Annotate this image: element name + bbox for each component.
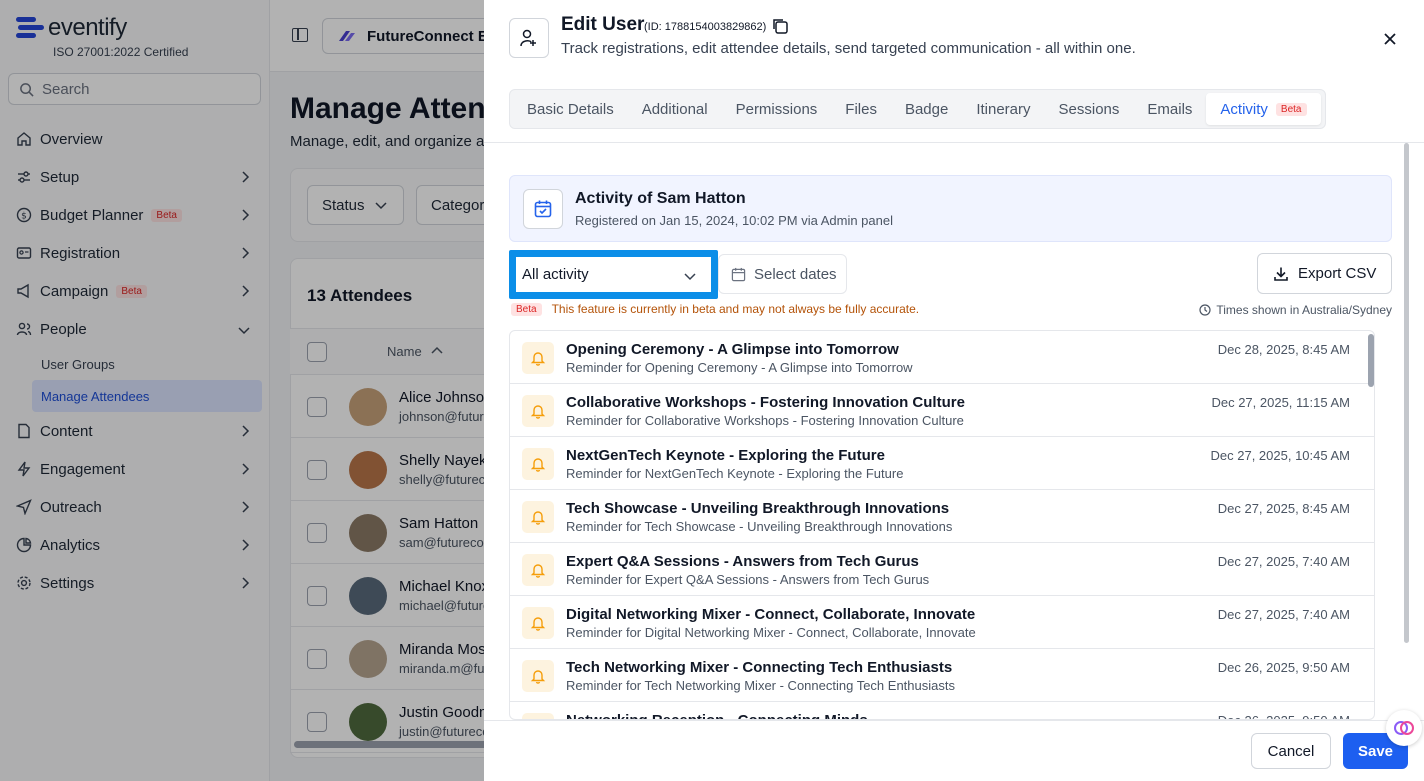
- activity-description: Reminder for Collaborative Workshops - F…: [566, 413, 964, 428]
- select-dates-button[interactable]: Select dates: [718, 254, 847, 294]
- header-divider: [484, 142, 1424, 143]
- activity-timestamp: Dec 26, 2025, 9:50 AM: [1218, 713, 1350, 719]
- beta-badge: Beta: [511, 302, 542, 316]
- activity-timestamp: Dec 28, 2025, 8:45 AM: [1217, 342, 1350, 357]
- activity-item[interactable]: Tech Networking Mixer - Connecting Tech …: [510, 649, 1374, 702]
- tab-activity[interactable]: Activity Beta: [1206, 93, 1321, 125]
- activity-description: Reminder for Digital Networking Mixer - …: [566, 625, 976, 640]
- activity-list: Opening Ceremony - A Glimpse into Tomorr…: [509, 330, 1375, 720]
- activity-timestamp: Dec 26, 2025, 9:50 AM: [1217, 660, 1350, 675]
- copy-icon[interactable]: [771, 17, 789, 40]
- tab-basic-details[interactable]: Basic Details: [513, 93, 628, 125]
- user-id: (ID: 1788154003829862): [644, 21, 767, 33]
- beta-notice-text: This feature is currently in beta and ma…: [551, 302, 920, 316]
- user-edit-icon: [509, 18, 549, 58]
- activity-title: Networking Reception - Connecting Minds: [566, 712, 868, 719]
- activity-title: Activity of Sam Hatton: [575, 190, 746, 207]
- activity-registered-info: Registered on Jan 15, 2024, 10:02 PM via…: [575, 213, 893, 228]
- tab-badge[interactable]: Badge: [891, 93, 962, 125]
- activity-item[interactable]: Opening Ceremony - A Glimpse into Tomorr…: [510, 331, 1374, 384]
- activity-description: Reminder for Opening Ceremony - A Glimps…: [566, 360, 913, 375]
- close-icon[interactable]: [1383, 30, 1397, 51]
- activity-summary-card: Activity of Sam Hatton Registered on Jan…: [509, 175, 1392, 242]
- activity-description: Reminder for NextGenTech Keynote - Explo…: [566, 466, 904, 481]
- bell-icon: [522, 607, 554, 639]
- tab-additional[interactable]: Additional: [628, 93, 722, 125]
- clock-icon: [1199, 304, 1211, 316]
- bell-icon: [522, 554, 554, 586]
- beta-badge: Beta: [1275, 102, 1307, 116]
- chevron-down-icon: [684, 268, 696, 285]
- drawer-tabs: Basic Details Additional Permissions Fil…: [509, 89, 1326, 129]
- bell-icon: [522, 448, 554, 480]
- beta-notice: Beta This feature is currently in beta a…: [511, 302, 919, 316]
- drawer-scrollbar[interactable]: [1404, 143, 1409, 643]
- activity-description: Reminder for Expert Q&A Sessions - Answe…: [566, 572, 930, 587]
- export-csv-label: Export CSV: [1298, 265, 1377, 282]
- export-csv-button[interactable]: Export CSV: [1257, 253, 1392, 294]
- activity-timestamp: Dec 27, 2025, 7:40 AM: [1217, 607, 1350, 622]
- activity-title: Tech Showcase - Unveiling Breakthrough I…: [566, 500, 950, 517]
- timezone-note: Times shown in Australia/Sydney: [1199, 303, 1392, 317]
- ai-assistant-icon[interactable]: [1386, 710, 1422, 746]
- select-dates-label: Select dates: [754, 265, 837, 283]
- activity-timestamp: Dec 27, 2025, 8:45 AM: [1217, 501, 1350, 516]
- activity-item[interactable]: NextGenTech Keynote - Exploring the Futu…: [510, 437, 1374, 490]
- tab-itinerary[interactable]: Itinerary: [962, 93, 1044, 125]
- activity-item[interactable]: Networking Reception - Connecting MindsR…: [510, 702, 1374, 719]
- tab-files[interactable]: Files: [831, 93, 891, 125]
- activity-timestamp: Dec 27, 2025, 10:45 AM: [1210, 448, 1350, 463]
- activity-item[interactable]: Tech Showcase - Unveiling Breakthrough I…: [510, 490, 1374, 543]
- drawer-title: Edit User: [561, 14, 645, 35]
- calendar-icon: [731, 267, 746, 281]
- activity-title: Tech Networking Mixer - Connecting Tech …: [566, 659, 953, 676]
- tab-emails[interactable]: Emails: [1133, 93, 1206, 125]
- tab-permissions[interactable]: Permissions: [722, 93, 832, 125]
- calendar-check-icon: [523, 189, 563, 229]
- drawer-subtitle: Track registrations, edit attendee detai…: [561, 40, 1136, 57]
- tab-label: Activity: [1220, 100, 1268, 118]
- activity-item[interactable]: Digital Networking Mixer - Connect, Coll…: [510, 596, 1374, 649]
- activity-description: Reminder for Tech Showcase - Unveiling B…: [566, 519, 953, 534]
- bell-icon: [522, 713, 554, 719]
- tab-sessions[interactable]: Sessions: [1045, 93, 1134, 125]
- activity-title: Digital Networking Mixer - Connect, Coll…: [566, 606, 976, 623]
- activity-list-scrollbar[interactable]: [1368, 334, 1374, 387]
- edit-user-drawer: Edit User (ID: 1788154003829862) Track r…: [484, 0, 1424, 781]
- activity-filter-select[interactable]: All activity: [516, 257, 711, 292]
- bell-icon: [522, 342, 554, 374]
- activity-timestamp: Dec 27, 2025, 11:15 AM: [1211, 395, 1350, 410]
- bell-icon: [522, 501, 554, 533]
- modal-backdrop[interactable]: [0, 0, 484, 781]
- cancel-button[interactable]: Cancel: [1251, 733, 1331, 769]
- activity-item[interactable]: Collaborative Workshops - Fostering Inno…: [510, 384, 1374, 437]
- activity-title: Opening Ceremony - A Glimpse into Tomorr…: [566, 341, 899, 358]
- activity-item[interactable]: Expert Q&A Sessions - Answers from Tech …: [510, 543, 1374, 596]
- download-icon: [1274, 267, 1288, 281]
- activity-filter-value: All activity: [522, 266, 589, 283]
- activity-description: Reminder for Tech Networking Mixer - Con…: [566, 678, 955, 693]
- activity-filter-focus-ring: All activity: [509, 250, 718, 299]
- activity-title: NextGenTech Keynote - Exploring the Futu…: [566, 447, 885, 464]
- bell-icon: [522, 660, 554, 692]
- activity-timestamp: Dec 27, 2025, 7:40 AM: [1217, 554, 1350, 569]
- bell-icon: [522, 395, 554, 427]
- activity-title: Expert Q&A Sessions - Answers from Tech …: [566, 553, 919, 570]
- activity-title: Collaborative Workshops - Fostering Inno…: [566, 394, 965, 411]
